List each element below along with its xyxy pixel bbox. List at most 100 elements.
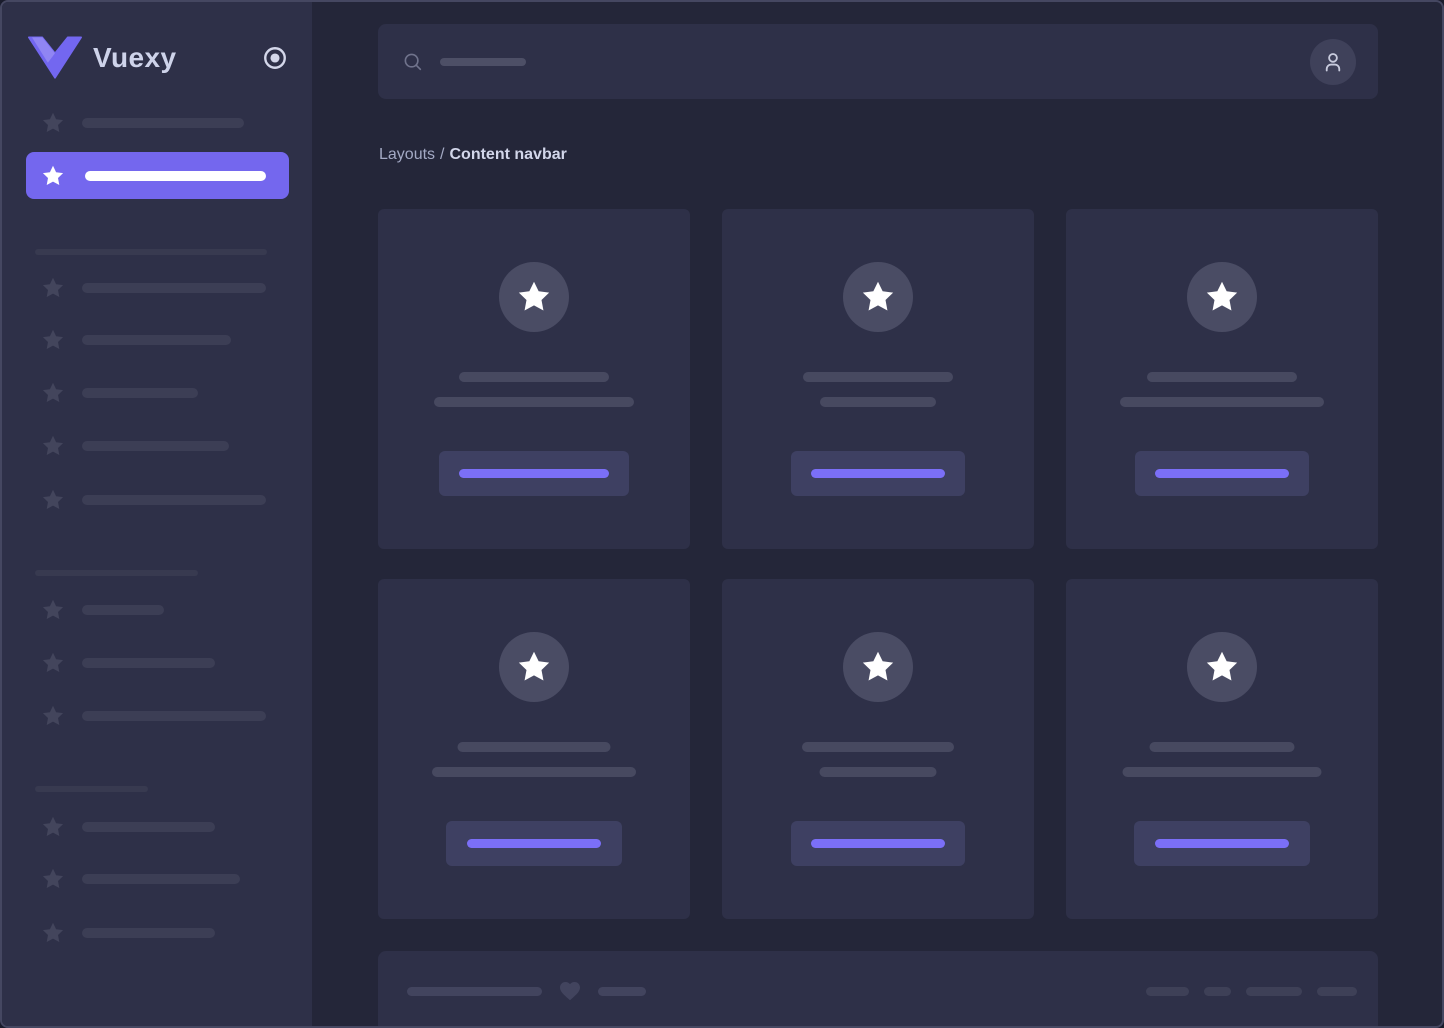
sidebar-item[interactable] [41, 704, 266, 728]
menu-label-placeholder [85, 171, 266, 181]
placeholder-card [1066, 209, 1378, 549]
menu-label-placeholder [82, 605, 164, 615]
star-icon [41, 704, 65, 728]
card-text-placeholder [434, 397, 634, 407]
star-icon [41, 434, 65, 458]
placeholder-card [378, 579, 690, 919]
sidebar-menu [2, 2, 312, 1026]
placeholder-card [722, 209, 1034, 549]
card-title-placeholder [803, 372, 953, 382]
card-text-placeholder [1123, 767, 1322, 777]
sidebar-item[interactable] [41, 434, 229, 458]
star-icon [41, 598, 65, 622]
star-icon [1204, 279, 1240, 315]
footer-card [378, 951, 1378, 1028]
top-navbar [378, 24, 1378, 99]
card-text-placeholder [1120, 397, 1324, 407]
menu-label-placeholder [82, 928, 215, 938]
star-avatar [843, 262, 913, 332]
footer-left-group [407, 979, 646, 1003]
heart-icon [558, 979, 582, 1003]
star-avatar [499, 632, 569, 702]
menu-label-placeholder [82, 495, 266, 505]
star-icon [41, 488, 65, 512]
search-input-placeholder[interactable] [440, 58, 526, 66]
star-icon [41, 381, 65, 405]
footer-link-placeholder[interactable] [1204, 987, 1231, 996]
card-action-button[interactable] [1135, 451, 1309, 496]
button-label-placeholder [1155, 469, 1289, 478]
menu-label-placeholder [82, 118, 244, 128]
menu-label-placeholder [82, 335, 231, 345]
breadcrumb-parent[interactable]: Layouts [379, 146, 435, 163]
button-label-placeholder [1155, 839, 1289, 848]
menu-label-placeholder [82, 711, 266, 721]
menu-label-placeholder [82, 822, 215, 832]
search-icon[interactable] [402, 51, 424, 73]
card-text-placeholder [820, 767, 937, 777]
footer-text-placeholder [407, 987, 542, 996]
sidebar-item[interactable] [41, 276, 266, 300]
placeholder-card [722, 579, 1034, 919]
placeholder-card [1066, 579, 1378, 919]
menu-label-placeholder [82, 658, 215, 668]
button-label-placeholder [811, 839, 945, 848]
card-action-button[interactable] [791, 821, 965, 866]
star-icon [860, 279, 896, 315]
card-action-button[interactable] [1134, 821, 1310, 866]
sidebar-item[interactable] [41, 815, 215, 839]
star-icon [1204, 649, 1240, 685]
card-text-placeholder [432, 767, 636, 777]
star-icon [516, 279, 552, 315]
star-avatar [1187, 262, 1257, 332]
card-action-button[interactable] [791, 451, 965, 496]
sidebar: Vuexy [2, 2, 312, 1026]
sidebar-item[interactable] [41, 328, 231, 352]
sidebar-item[interactable] [41, 488, 266, 512]
menu-label-placeholder [82, 441, 229, 451]
placeholder-card [378, 209, 690, 549]
star-icon [41, 276, 65, 300]
menu-label-placeholder [82, 283, 266, 293]
card-title-placeholder [459, 372, 609, 382]
footer-text-placeholder [598, 987, 646, 996]
button-label-placeholder [811, 469, 945, 478]
sidebar-item[interactable] [41, 921, 215, 945]
star-icon [41, 815, 65, 839]
sidebar-item[interactable] [41, 111, 244, 135]
card-title-placeholder [1147, 372, 1297, 382]
footer-right-group [1146, 979, 1357, 1003]
star-icon [41, 921, 65, 945]
star-icon [41, 651, 65, 675]
star-icon [41, 111, 65, 135]
card-title-placeholder [802, 742, 954, 752]
star-avatar [1187, 632, 1257, 702]
menu-section-divider [35, 786, 148, 792]
sidebar-item[interactable] [41, 867, 240, 891]
sidebar-item-active[interactable] [26, 152, 289, 199]
star-icon [516, 649, 552, 685]
sidebar-item[interactable] [41, 651, 215, 675]
button-label-placeholder [459, 469, 609, 478]
card-action-button[interactable] [446, 821, 622, 866]
star-icon [41, 867, 65, 891]
menu-section-divider [35, 570, 198, 576]
star-icon [860, 649, 896, 685]
card-title-placeholder [1150, 742, 1295, 752]
footer-link-placeholder[interactable] [1146, 987, 1189, 996]
star-avatar [843, 632, 913, 702]
button-label-placeholder [467, 839, 601, 848]
card-action-button[interactable] [439, 451, 629, 496]
footer-link-placeholder[interactable] [1246, 987, 1302, 996]
menu-label-placeholder [82, 388, 198, 398]
sidebar-item[interactable] [41, 381, 198, 405]
star-icon [41, 328, 65, 352]
breadcrumb-current: Content navbar [450, 146, 567, 163]
star-avatar [499, 262, 569, 332]
sidebar-item[interactable] [41, 598, 164, 622]
user-avatar[interactable] [1310, 39, 1356, 85]
star-icon [41, 164, 65, 188]
footer-link-placeholder[interactable] [1317, 987, 1357, 996]
menu-section-divider [35, 249, 267, 255]
menu-label-placeholder [82, 874, 240, 884]
